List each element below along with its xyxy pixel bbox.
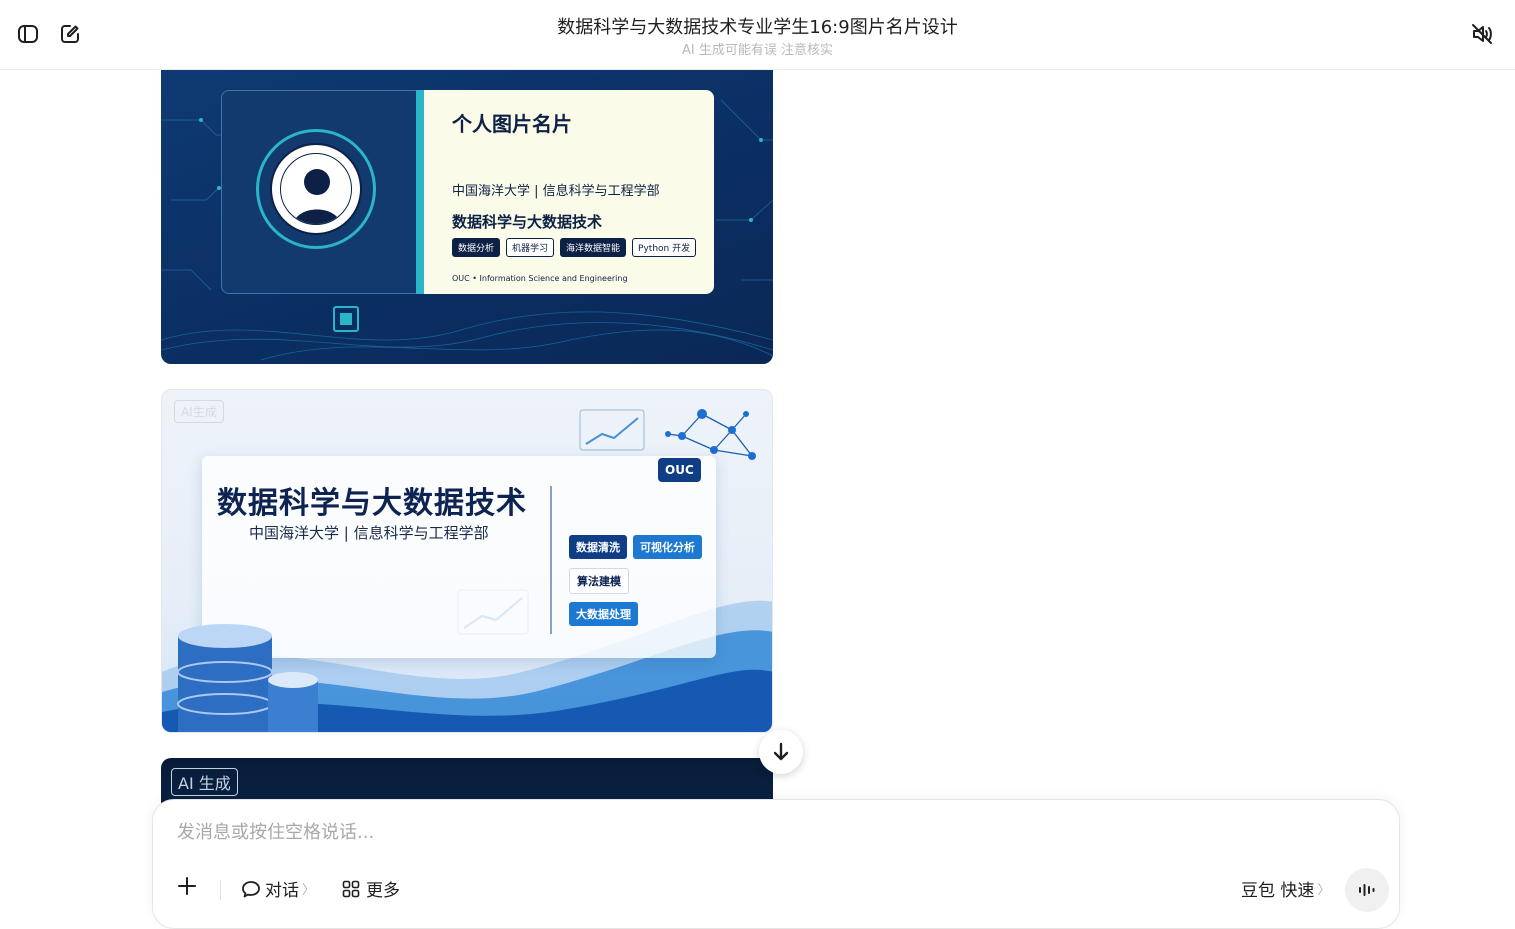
card-footer: OUC • Information Science and Engineerin… <box>452 274 628 283</box>
card-tags: 数据分析 机器学习 海洋数据智能 Python 开发 <box>452 238 697 257</box>
card-info-panel: 个人图片名片 中国海洋大学 | 信息科学与工程学部 数据科学与大数据技术 数据分… <box>424 90 714 294</box>
page-title: 数据科学与大数据技术专业学生16:9图片名片设计 <box>557 17 958 38</box>
ai-disclaimer: AI 生成可能有误 注意核实 <box>682 43 833 58</box>
attach-button[interactable] <box>177 876 197 896</box>
tag: 可视化分析 <box>633 535 702 559</box>
message-input[interactable] <box>177 822 1357 843</box>
chat-bubble-icon <box>242 880 260 897</box>
chat-content: 个人图片名片 中国海洋大学 | 信息科学与工程学部 数据科学与大数据技术 数据分… <box>0 70 1515 901</box>
model-label: 豆包 快速 <box>1241 881 1315 901</box>
model-selector[interactable]: 豆包 快速 〉 <box>1241 876 1330 901</box>
card2-subtitle: 中国海洋大学 | 信息科学与工程学部 <box>249 524 489 542</box>
grid-icon <box>342 880 360 897</box>
chip-icon <box>333 306 359 332</box>
card-major: 数据科学与大数据技术 <box>452 213 603 231</box>
voice-wave-icon <box>1359 884 1375 896</box>
person-silhouette-icon <box>293 169 341 224</box>
card-org: 中国海洋大学 | 信息科学与工程学部 <box>452 184 660 199</box>
tag: 数据分析 <box>452 238 501 257</box>
database-icon <box>177 624 318 732</box>
tag: 海洋数据智能 <box>560 238 627 257</box>
generated-image-2[interactable]: AI生成 数据科学与大数据技术 中国海洋大学 | 信息科学与工程学部 OUC 数… <box>161 389 773 733</box>
tag: 数据清洗 <box>569 535 627 559</box>
dialog-mode-button[interactable]: 对话 〉 <box>241 876 315 901</box>
ouc-badge: OUC <box>658 458 701 482</box>
card-name: 个人图片名片 <box>452 112 572 136</box>
tag: 大数据处理 <box>569 602 638 626</box>
chevron-right-icon: 〉 <box>1317 883 1331 898</box>
scroll-down-button[interactable] <box>759 730 803 774</box>
tag: Python 开发 <box>632 238 697 257</box>
card2-title: 数据科学与大数据技术 <box>217 486 527 521</box>
arrow-down-icon <box>773 742 789 761</box>
generated-image-1[interactable]: 个人图片名片 中国海洋大学 | 信息科学与工程学部 数据科学与大数据技术 数据分… <box>161 70 773 364</box>
avatar <box>270 143 362 235</box>
ai-watermark: AI 生成 <box>171 768 238 796</box>
more-label: 更多 <box>366 881 400 901</box>
chevron-right-icon: 〉 <box>302 883 316 898</box>
mute-icon[interactable] <box>1468 20 1496 48</box>
voice-input-button[interactable] <box>1345 868 1389 912</box>
card-left-panel <box>221 90 426 294</box>
plus-icon <box>178 877 196 895</box>
divider <box>550 486 552 634</box>
top-header: 数据科学与大数据技术专业学生16:9图片名片设计 AI 生成可能有误 注意核实 <box>0 0 1515 70</box>
message-composer: 对话 〉 更多 豆包 快速 〉 <box>152 799 1400 929</box>
dialog-label: 对话 <box>265 881 299 901</box>
tag: 算法建模 <box>569 568 629 594</box>
tag: 机器学习 <box>506 238 555 257</box>
toolbar-divider <box>220 880 221 900</box>
more-button[interactable]: 更多 <box>342 876 400 901</box>
